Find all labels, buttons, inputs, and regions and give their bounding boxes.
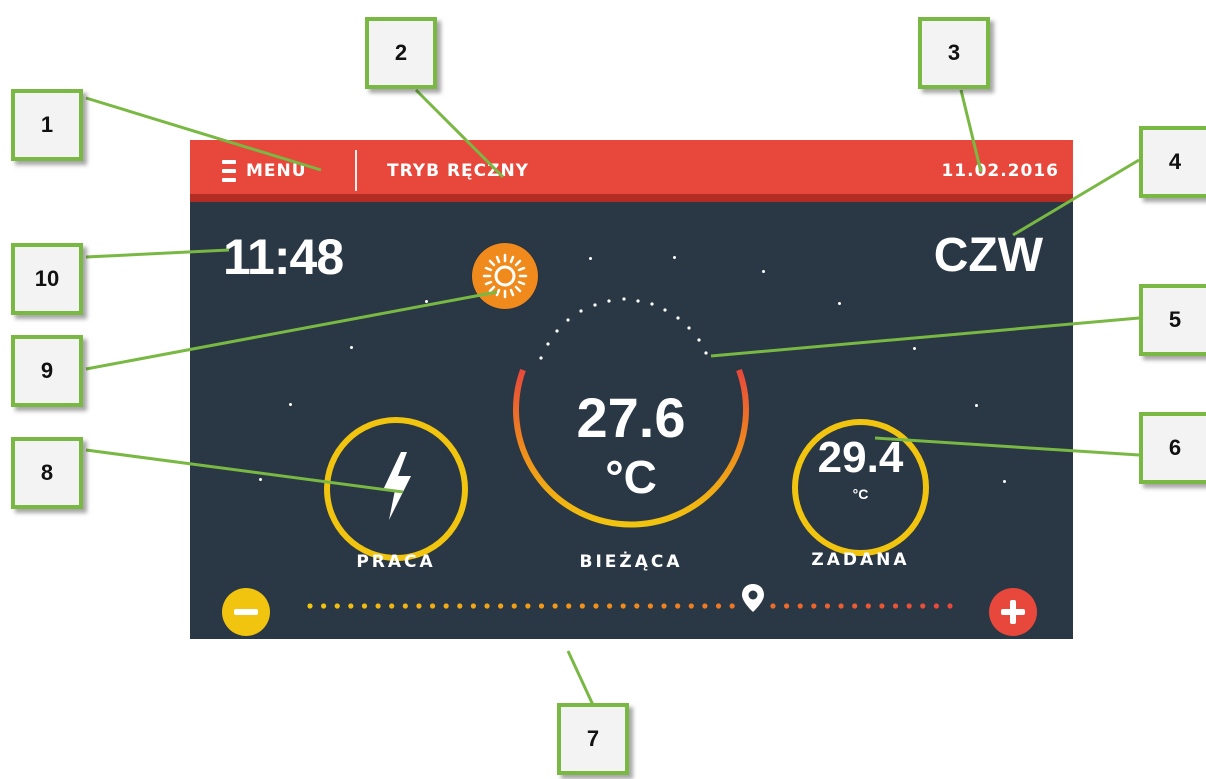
callout-leaders <box>85 88 1140 706</box>
callout-8: 8 <box>11 437 83 509</box>
callout-1: 1 <box>11 89 83 161</box>
callout-3: 3 <box>918 17 990 89</box>
callout-10: 10 <box>11 243 83 315</box>
callout-4: 4 <box>1139 126 1206 198</box>
callout-7: 7 <box>557 703 629 775</box>
callout-9: 9 <box>11 335 83 407</box>
callout-2: 2 <box>365 17 437 89</box>
callout-5: 5 <box>1139 284 1206 356</box>
callout-6: 6 <box>1139 412 1206 484</box>
